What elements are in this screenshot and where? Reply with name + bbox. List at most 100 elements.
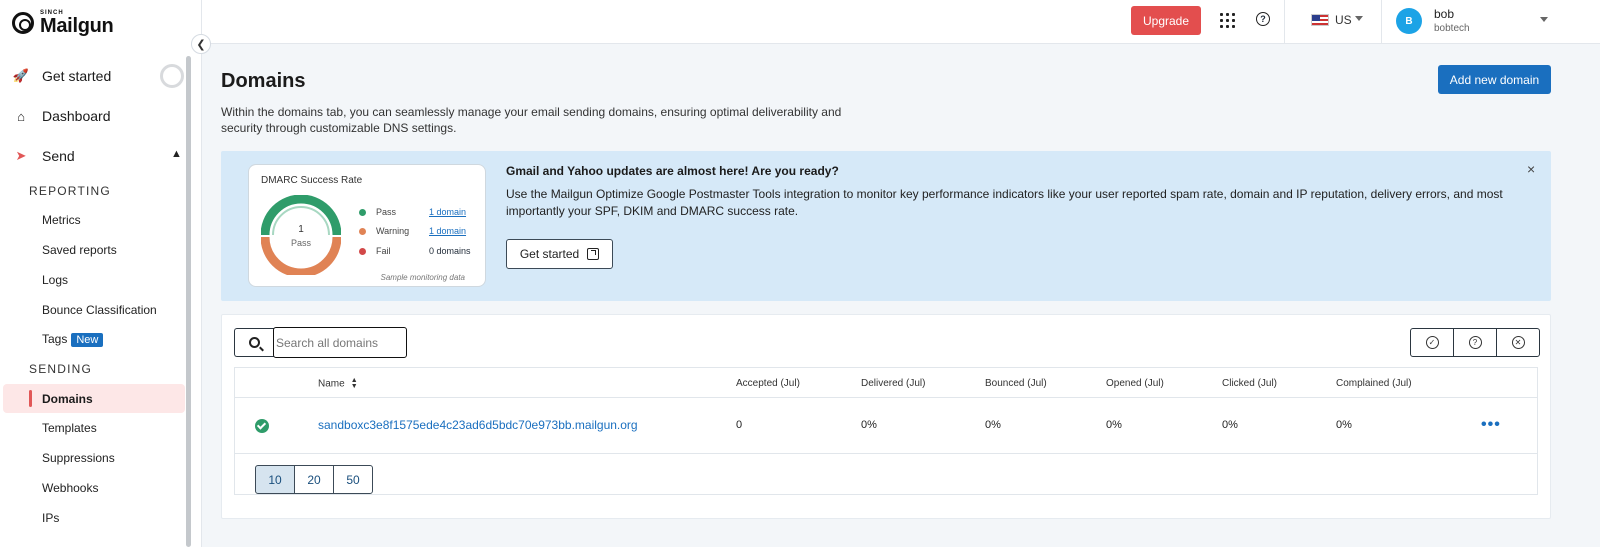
mailgun-logo[interactable]: SINCH Mailgun <box>12 10 114 37</box>
us-flag-icon <box>1311 14 1329 26</box>
search-input[interactable] <box>273 327 407 358</box>
sidebar-item-send[interactable]: ➤ Send <box>14 148 75 164</box>
column-header-label: Name <box>318 378 345 390</box>
sidebar-item-tags[interactable]: Tags New <box>42 332 104 347</box>
caret-down-icon[interactable] <box>1355 16 1363 21</box>
sidebar-item-logs[interactable]: Logs <box>42 273 68 287</box>
announcement-banner: DMARC Success Rate 1 Pass Pass 1 domain … <box>221 151 1551 301</box>
legend-value-warning-link[interactable]: 1 domain <box>429 226 479 236</box>
page-size-10-button[interactable]: 10 <box>255 465 295 494</box>
external-link-icon <box>587 248 600 260</box>
close-icon[interactable]: × <box>1527 161 1535 177</box>
gauge-value: 1 <box>298 224 304 235</box>
verified-check-icon <box>255 419 269 433</box>
legend-value-pass-link[interactable]: 1 domain <box>429 207 479 217</box>
sidebar-item-templates[interactable]: Templates <box>42 421 97 435</box>
sidebar-item-metrics[interactable]: Metrics <box>42 213 81 227</box>
dmarc-card: DMARC Success Rate 1 Pass Pass 1 domain … <box>248 164 486 287</box>
page-title: Domains <box>221 70 306 92</box>
banner-title: Gmail and Yahoo updates are almost here!… <box>506 164 839 178</box>
logo-brand-name: Mailgun <box>40 15 114 37</box>
gauge-label: Pass <box>290 238 311 248</box>
rocket-icon: 🚀 <box>12 68 30 83</box>
upgrade-button[interactable]: Upgrade <box>1131 6 1201 35</box>
legend-label: Fail <box>376 246 391 256</box>
sidebar-item-label: Dashboard <box>42 108 111 124</box>
chevron-up-icon[interactable]: ▲ <box>171 148 182 160</box>
domain-name-link[interactable]: sandboxc3e8f1575ede4c23ad6d5bdc70e973bb.… <box>318 418 638 432</box>
cell-clicked: 0% <box>1222 419 1238 431</box>
search-button[interactable] <box>234 328 274 357</box>
apps-grid-icon[interactable] <box>1220 13 1235 28</box>
search-icon <box>249 337 260 348</box>
domains-card: ✓ ? ✕ Name ▲▼ Accepted (Jul) Delivered (J… <box>221 314 1551 519</box>
question-circle-icon: ? <box>1468 336 1482 349</box>
sidebar-item-saved-reports[interactable]: Saved reports <box>42 243 117 257</box>
row-divider <box>235 453 1537 454</box>
home-icon: ⌂ <box>17 108 25 124</box>
legend-label: Warning <box>376 226 410 236</box>
legend-item-fail: Fail <box>359 246 391 256</box>
column-header-clicked: Clicked (Jul) <box>1222 378 1278 389</box>
cell-delivered: 0% <box>861 419 877 431</box>
sidebar-item-label: Send <box>42 148 75 164</box>
legend-item-pass: Pass <box>359 207 396 217</box>
topbar-divider <box>1381 0 1382 44</box>
topbar-divider <box>1284 0 1285 44</box>
cell-bounced: 0% <box>985 419 1001 431</box>
legend-item-warning: Warning <box>359 226 409 236</box>
legend-label: Pass <box>376 207 397 217</box>
user-name[interactable]: bob <box>1434 7 1454 21</box>
help-icon[interactable]: ? <box>1256 12 1270 26</box>
sample-data-note: Sample monitoring data <box>380 273 466 282</box>
avatar[interactable]: B <box>1396 8 1422 34</box>
chevron-left-icon: ❮ <box>196 38 206 51</box>
dmarc-card-title: DMARC Success Rate <box>261 175 363 186</box>
domains-table: Name ▲ ▼ Accepted (Jul) Delivered (Jul) Bo… <box>234 367 1538 495</box>
filter-unverified-button[interactable]: ? <box>1453 328 1497 357</box>
sidebar-item-suppressions[interactable]: Suppressions <box>42 451 115 465</box>
cell-opened: 0% <box>1106 419 1122 431</box>
sidebar-item-ips[interactable]: IPs <box>42 511 59 525</box>
dmarc-gauge <box>261 195 341 275</box>
sidebar-item-label: Tags <box>42 332 68 346</box>
region-selector[interactable]: US <box>1335 13 1352 27</box>
legend-dot <box>359 227 366 235</box>
cell-complained: 0% <box>1336 419 1352 431</box>
legend-dot <box>359 247 366 255</box>
more-actions-icon[interactable]: ••• <box>1481 416 1501 434</box>
page-size-20-button[interactable]: 20 <box>294 465 334 494</box>
sidebar: SINCH Mailgun 🚀 Get started ⌂ Dashboard … <box>0 0 202 547</box>
status-filter-group: ✓ ? ✕ <box>1410 328 1540 357</box>
get-started-button[interactable]: Get started <box>506 239 613 269</box>
topbar: Upgrade ? US B bob bobtech <box>202 0 1600 44</box>
column-header-name[interactable]: Name ▲ ▼ <box>318 377 358 390</box>
sidebar-item-bounce-classification[interactable]: Bounce Classification <box>42 303 157 317</box>
add-new-domain-button[interactable]: Add new domain <box>1438 65 1551 94</box>
sidebar-scrollbar[interactable] <box>186 56 191 547</box>
sidebar-group-reporting: REPORTING <box>29 184 111 198</box>
row-divider <box>235 397 1537 398</box>
page-description: Within the domains tab, you can seamless… <box>221 105 842 135</box>
filter-verified-button[interactable]: ✓ <box>1410 328 1454 357</box>
sidebar-item-webhooks[interactable]: Webhooks <box>42 481 98 495</box>
sort-icon: ▲ ▼ <box>350 377 358 390</box>
new-badge: New <box>71 333 104 347</box>
column-header-complained: Complained (Jul) <box>1336 378 1412 389</box>
sidebar-item-label: Get started <box>42 68 112 84</box>
send-icon: ➤ <box>15 148 27 163</box>
user-org: bobtech <box>1434 23 1470 34</box>
collapse-sidebar-button[interactable]: ❮ <box>191 34 211 54</box>
sidebar-item-dashboard[interactable]: ⌂ Dashboard <box>14 108 111 124</box>
get-started-label: Get started <box>519 247 580 261</box>
caret-down-icon[interactable] <box>1540 17 1548 22</box>
sidebar-group-sending: SENDING <box>29 362 93 376</box>
page-size-50-button[interactable]: 50 <box>333 465 373 494</box>
column-header-accepted: Accepted (Jul) <box>736 378 800 389</box>
mailgun-logo-icon <box>12 12 34 34</box>
sidebar-item-get-started[interactable]: 🚀 Get started <box>12 68 112 84</box>
filter-disabled-button[interactable]: ✕ <box>1496 328 1540 357</box>
page-size-selector: 10 20 50 <box>255 465 373 494</box>
x-circle-icon: ✕ <box>1511 336 1525 349</box>
sidebar-item-domains[interactable]: Domains <box>3 384 185 413</box>
